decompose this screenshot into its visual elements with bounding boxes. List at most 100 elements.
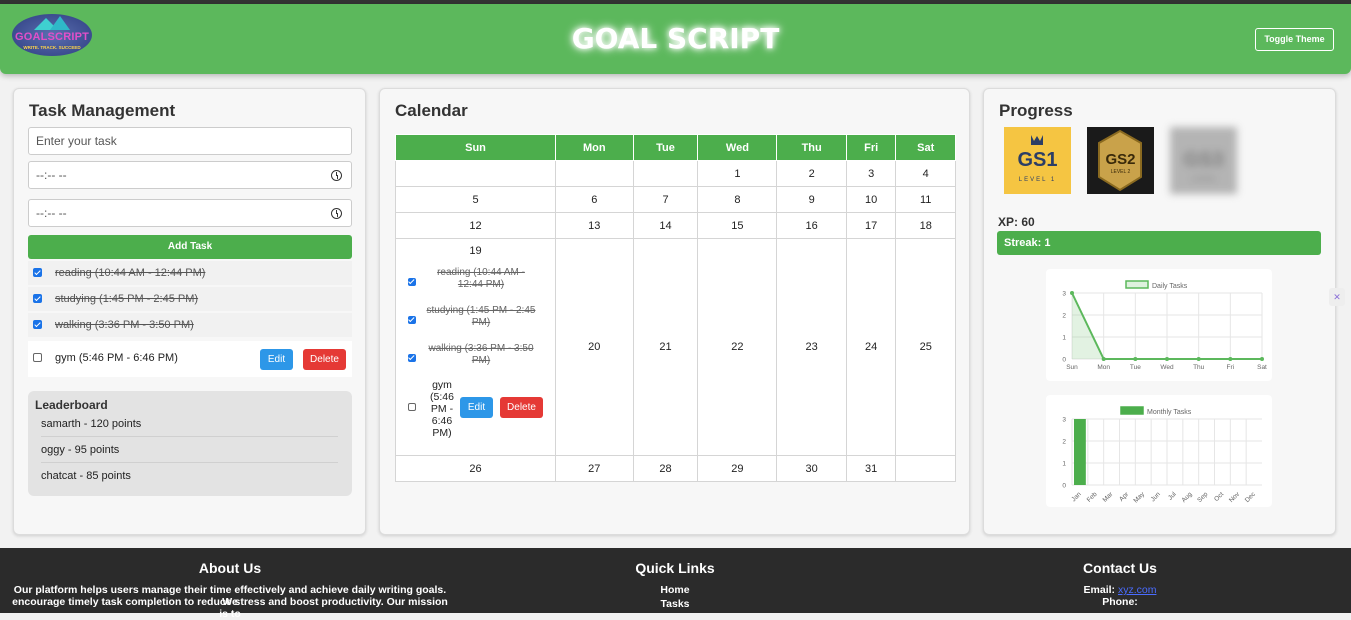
leaderboard-entry: samarth - 120 points [41,411,338,437]
calendar-task: walking (3:36 PM - 3:50 PM) [396,341,555,379]
calendar-week: 12 13 14 15 16 17 18 [395,212,956,239]
task-panel-title: Task Management [29,101,176,120]
x-tick-label: Jun [1150,491,1163,504]
calendar-day[interactable]: 16 [776,212,847,239]
calendar-day[interactable]: 28 [632,455,699,482]
clock-icon[interactable] [331,170,342,181]
calendar-delete-button[interactable]: Delete [500,397,543,418]
calendar-day[interactable]: 14 [632,212,699,239]
calendar-day[interactable]: 9 [776,186,847,213]
extension-icon[interactable]: ✕ [1329,288,1345,306]
calendar-week: 5 6 7 8 9 10 11 [395,186,956,213]
calendar-edit-button[interactable]: Edit [460,397,493,418]
calendar-day[interactable]: 5 [395,186,556,213]
calendar-day[interactable]: 10 [845,186,897,213]
calendar-task: reading (10:44 AM - 12:44 PM) [396,265,555,303]
task-checkbox-checked[interactable] [33,268,42,277]
calendar-day[interactable]: 25 [895,238,956,456]
y-tick-label: 3 [1062,417,1066,424]
day-header: Sun [395,134,556,161]
x-tick-label: Dec [1244,490,1258,504]
task-text: studying (1:45 PM - 2:45 PM) [55,293,199,305]
footer: About Us Our platform helps users manage… [0,548,1351,620]
calendar-day[interactable]: 8 [697,186,778,213]
calendar-day[interactable]: 13 [555,212,634,239]
calendar-task-checkbox-checked[interactable] [408,316,416,324]
calendar-day[interactable]: 29 [697,455,778,482]
badge-label: GS1 [1017,149,1058,171]
calendar-day[interactable]: 1 [697,160,778,187]
streak-bar: Streak: 1 [997,231,1321,255]
calendar-day[interactable] [895,455,956,482]
calendar-day[interactable]: 17 [845,212,897,239]
delete-task-button[interactable]: Delete [303,349,346,370]
monthly-tasks-chart: Monthly Tasks 0 1 2 3 Jan Feb Mar Apr May Jun Jul Au… [1046,395,1272,507]
calendar-day-number: 19 [469,245,482,257]
calendar-day[interactable]: 24 [845,238,897,456]
email-label: Email: [1083,584,1116,596]
task-item: reading (10:44 AM - 12:44 PM) [28,261,352,285]
calendar-task-text: walking (3:36 PM - 3:50 PM) [428,343,534,366]
leaderboard-entry: chatcat - 85 points [41,470,131,482]
calendar-day[interactable]: 27 [555,455,634,482]
end-time-value: --:-- -- [36,206,67,220]
start-time-input[interactable]: --:-- -- [28,161,352,189]
x-tick-label: Aug [1180,491,1193,504]
add-task-button[interactable]: Add Task [28,235,352,259]
calendar-day[interactable]: 21 [632,238,699,456]
calendar-day[interactable]: 26 [395,455,556,482]
edit-task-button[interactable]: Edit [260,349,293,370]
calendar-day[interactable]: 3 [845,160,897,187]
calendar-day[interactable]: 30 [776,455,847,482]
calendar-day[interactable]: 15 [697,212,778,239]
calendar-task-checkbox-checked[interactable] [408,278,416,286]
calendar-day[interactable]: 23 [776,238,847,456]
badge-sublabel: LEVEL 2 [1110,169,1131,175]
progress-title: Progress [999,101,1073,120]
data-point [1196,357,1201,361]
footer-link-tasks[interactable]: Tasks [575,598,775,610]
calendar-day[interactable]: 2 [776,160,847,187]
task-input[interactable]: Enter your task [28,127,352,155]
xp-value: XP: 60 [998,215,1035,229]
task-checkbox[interactable] [33,353,42,362]
calendar-day[interactable]: 7 [632,186,699,213]
toggle-theme-button[interactable]: Toggle Theme [1255,28,1334,51]
calendar-task-checkbox[interactable] [408,403,416,411]
quick-links-title: Quick Links [635,560,715,576]
locked-badge: GS3 LOCKED [1170,127,1237,194]
calendar-day[interactable] [632,160,699,187]
calendar-day[interactable]: 18 [895,212,956,239]
calendar-day[interactable]: 6 [555,186,634,213]
y-tick-label: 2 [1062,313,1066,320]
contact-phone: Phone: [1102,596,1138,608]
calendar-day[interactable] [555,160,634,187]
calendar-day[interactable]: 20 [555,238,634,456]
calendar-day[interactable]: 11 [895,186,956,213]
task-checkbox-checked[interactable] [33,294,42,303]
level-2-badge: GS2 LEVEL 2 [1087,127,1154,194]
task-checkbox-checked[interactable] [33,320,42,329]
calendar-day[interactable]: 4 [895,160,956,187]
x-tick-label: Oct [1213,491,1225,503]
calendar-day-today[interactable]: 19 reading (10:44 AM - 12:44 PM) studyin… [395,238,556,456]
calendar-day[interactable]: 31 [845,455,897,482]
email-link[interactable]: xyz.com [1118,584,1157,596]
clock-icon[interactable] [331,208,342,219]
calendar-grid: Sun Mon Tue Wed Thu Fri Sat 1 2 3 4 5 6 … [395,134,956,482]
x-tick-label: Apr [1118,490,1131,503]
calendar-task: gym (5:46 PM - 6:46 PM) Edit Delete [396,379,555,439]
calendar-header-row: Sun Mon Tue Wed Thu Fri Sat [395,134,956,161]
calendar-day[interactable]: 12 [395,212,556,239]
calendar-task-checkbox-checked[interactable] [408,354,416,362]
badge-sublabel: LEVEL 1 [1018,177,1057,183]
data-point [1228,357,1233,361]
calendar-day[interactable] [395,160,556,187]
data-point [1260,357,1264,361]
x-tick-label: Nov [1228,490,1242,504]
footer-link-home[interactable]: Home [575,584,775,596]
task-management-panel: Task Management Enter your task --:-- --… [13,88,366,535]
calendar-day[interactable]: 22 [697,238,778,456]
end-time-input[interactable]: --:-- -- [28,199,352,227]
x-tick-label: Mon [1097,364,1110,371]
